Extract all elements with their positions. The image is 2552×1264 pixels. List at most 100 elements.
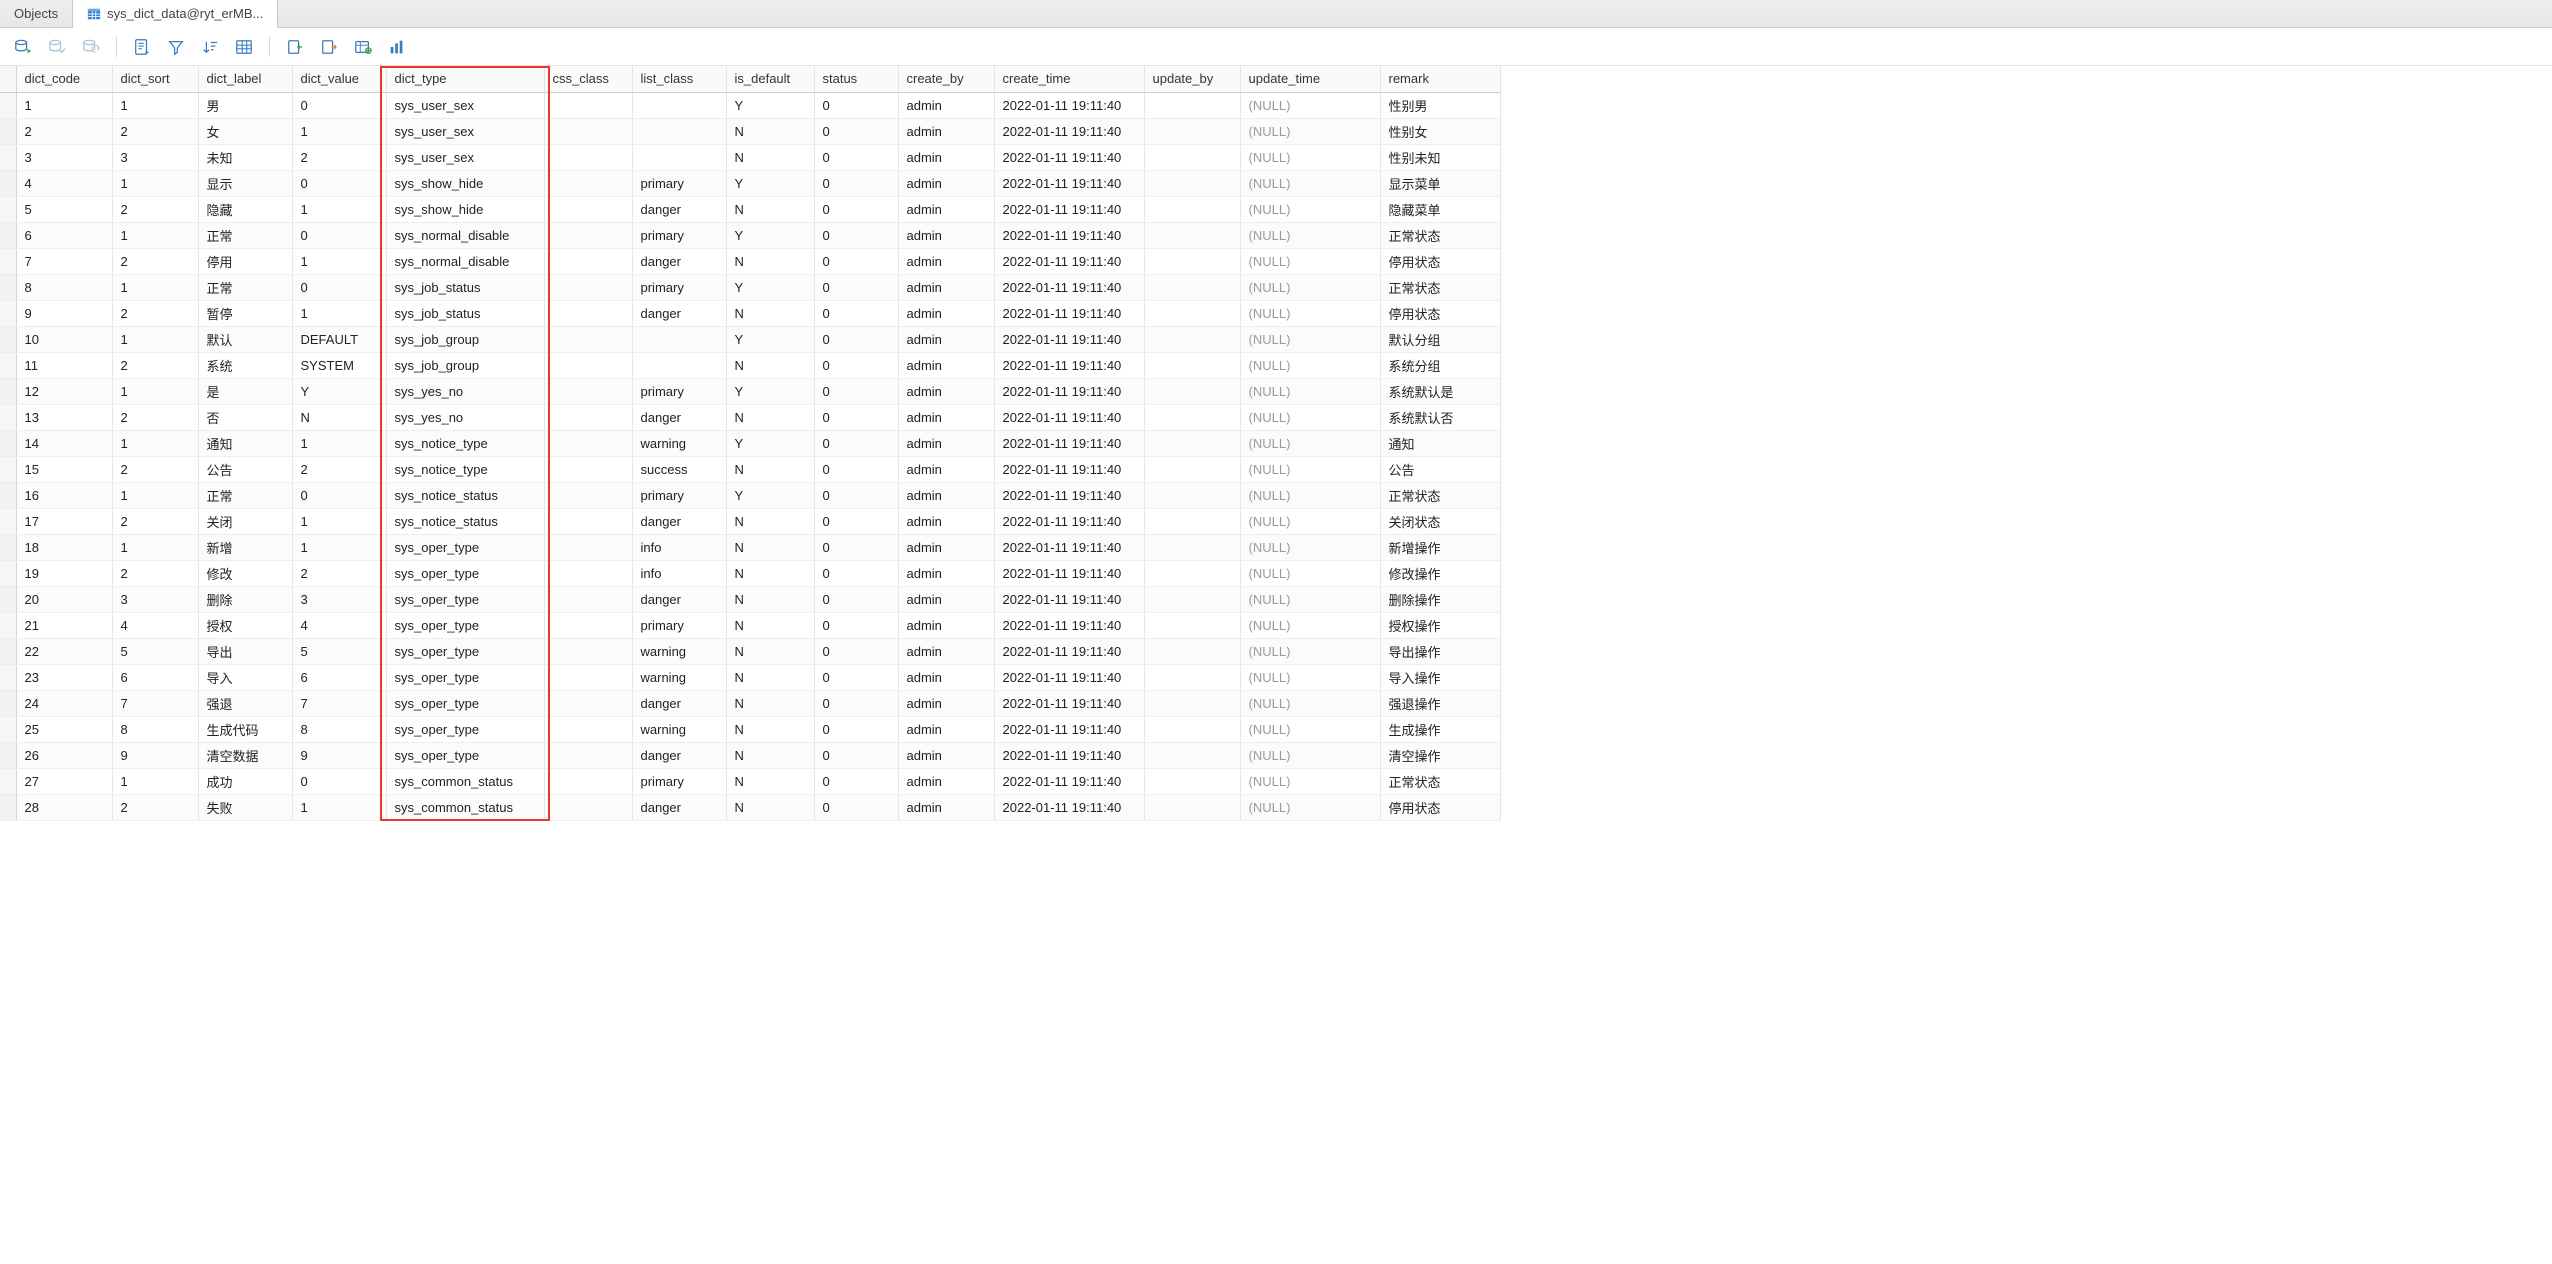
cell-is_default[interactable]: N bbox=[726, 794, 814, 820]
cell-create_time[interactable]: 2022-01-11 19:11:40 bbox=[994, 170, 1144, 196]
cell-dict_sort[interactable]: 1 bbox=[112, 378, 198, 404]
table-row[interactable]: 72停用1sys_normal_disabledangerN0admin2022… bbox=[0, 248, 1500, 274]
cell-update_time[interactable]: (NULL) bbox=[1240, 716, 1380, 742]
cell-update_by[interactable] bbox=[1144, 352, 1240, 378]
cell-is_default[interactable]: N bbox=[726, 716, 814, 742]
cell-create_time[interactable]: 2022-01-11 19:11:40 bbox=[994, 404, 1144, 430]
cell-update_time[interactable]: (NULL) bbox=[1240, 768, 1380, 794]
cell-update_time[interactable]: (NULL) bbox=[1240, 196, 1380, 222]
cell-remark[interactable]: 性别男 bbox=[1380, 92, 1500, 118]
cell-create_time[interactable]: 2022-01-11 19:11:40 bbox=[994, 378, 1144, 404]
cell-is_default[interactable]: Y bbox=[726, 430, 814, 456]
table-row[interactable]: 152公告2sys_notice_typesuccessN0admin2022-… bbox=[0, 456, 1500, 482]
cell-dict_sort[interactable]: 2 bbox=[112, 508, 198, 534]
cell-status[interactable]: 0 bbox=[814, 690, 898, 716]
cell-css_class[interactable] bbox=[544, 248, 632, 274]
cell-create_time[interactable]: 2022-01-11 19:11:40 bbox=[994, 716, 1144, 742]
cell-css_class[interactable] bbox=[544, 430, 632, 456]
cell-dict_sort[interactable]: 7 bbox=[112, 690, 198, 716]
cell-update_by[interactable] bbox=[1144, 742, 1240, 768]
cell-dict_type[interactable]: sys_job_group bbox=[386, 352, 544, 378]
cell-dict_label[interactable]: 通知 bbox=[198, 430, 292, 456]
cell-dict_type[interactable]: sys_notice_type bbox=[386, 456, 544, 482]
cell-dict_sort[interactable]: 1 bbox=[112, 534, 198, 560]
table-row[interactable]: 121是Ysys_yes_noprimaryY0admin2022-01-11 … bbox=[0, 378, 1500, 404]
cell-is_default[interactable]: N bbox=[726, 300, 814, 326]
cell-dict_type[interactable]: sys_notice_status bbox=[386, 482, 544, 508]
cell-create_time[interactable]: 2022-01-11 19:11:40 bbox=[994, 248, 1144, 274]
cell-status[interactable]: 0 bbox=[814, 248, 898, 274]
cell-remark[interactable]: 关闭状态 bbox=[1380, 508, 1500, 534]
cell-status[interactable]: 0 bbox=[814, 300, 898, 326]
cell-remark[interactable]: 清空操作 bbox=[1380, 742, 1500, 768]
cell-update_time[interactable]: (NULL) bbox=[1240, 248, 1380, 274]
cell-dict_label[interactable]: 隐藏 bbox=[198, 196, 292, 222]
cell-remark[interactable]: 正常状态 bbox=[1380, 222, 1500, 248]
cell-dict_label[interactable]: 系统 bbox=[198, 352, 292, 378]
cell-dict_sort[interactable]: 3 bbox=[112, 586, 198, 612]
table-row[interactable]: 92暂停1sys_job_statusdangerN0admin2022-01-… bbox=[0, 300, 1500, 326]
cell-css_class[interactable] bbox=[544, 794, 632, 820]
cell-list_class[interactable]: info bbox=[632, 534, 726, 560]
cell-update_time[interactable]: (NULL) bbox=[1240, 92, 1380, 118]
cell-create_time[interactable]: 2022-01-11 19:11:40 bbox=[994, 508, 1144, 534]
cell-list_class[interactable] bbox=[632, 352, 726, 378]
cell-dict_label[interactable]: 暂停 bbox=[198, 300, 292, 326]
cell-dict_label[interactable]: 新增 bbox=[198, 534, 292, 560]
cell-update_by[interactable] bbox=[1144, 170, 1240, 196]
cell-css_class[interactable] bbox=[544, 586, 632, 612]
cell-list_class[interactable]: danger bbox=[632, 300, 726, 326]
cell-dict_value[interactable]: 0 bbox=[292, 274, 386, 300]
column-header-css_class[interactable]: css_class bbox=[544, 66, 632, 92]
cell-dict_label[interactable]: 导出 bbox=[198, 638, 292, 664]
cell-create_time[interactable]: 2022-01-11 19:11:40 bbox=[994, 118, 1144, 144]
cell-css_class[interactable] bbox=[544, 742, 632, 768]
cell-css_class[interactable] bbox=[544, 170, 632, 196]
cell-dict_type[interactable]: sys_common_status bbox=[386, 768, 544, 794]
commit-button[interactable] bbox=[44, 34, 70, 60]
cell-css_class[interactable] bbox=[544, 222, 632, 248]
cell-update_by[interactable] bbox=[1144, 248, 1240, 274]
cell-dict_label[interactable]: 男 bbox=[198, 92, 292, 118]
cell-create_time[interactable]: 2022-01-11 19:11:40 bbox=[994, 430, 1144, 456]
begin-transaction-button[interactable] bbox=[10, 34, 36, 60]
cell-css_class[interactable] bbox=[544, 612, 632, 638]
cell-list_class[interactable]: warning bbox=[632, 664, 726, 690]
cell-update_by[interactable] bbox=[1144, 378, 1240, 404]
cell-update_by[interactable] bbox=[1144, 92, 1240, 118]
table-row[interactable]: 33未知2sys_user_sexN0admin2022-01-11 19:11… bbox=[0, 144, 1500, 170]
cell-is_default[interactable]: N bbox=[726, 404, 814, 430]
cell-list_class[interactable]: danger bbox=[632, 794, 726, 820]
cell-dict_code[interactable]: 6 bbox=[16, 222, 112, 248]
cell-create_by[interactable]: admin bbox=[898, 482, 994, 508]
cell-dict_value[interactable]: 1 bbox=[292, 534, 386, 560]
cell-list_class[interactable]: danger bbox=[632, 196, 726, 222]
cell-dict_code[interactable]: 28 bbox=[16, 794, 112, 820]
table-row[interactable]: 61正常0sys_normal_disableprimaryY0admin202… bbox=[0, 222, 1500, 248]
cell-is_default[interactable]: N bbox=[726, 118, 814, 144]
cell-remark[interactable]: 性别女 bbox=[1380, 118, 1500, 144]
cell-create_time[interactable]: 2022-01-11 19:11:40 bbox=[994, 300, 1144, 326]
cell-dict_code[interactable]: 15 bbox=[16, 456, 112, 482]
cell-dict_value[interactable]: N bbox=[292, 404, 386, 430]
cell-dict_value[interactable]: 9 bbox=[292, 742, 386, 768]
cell-dict_value[interactable]: 0 bbox=[292, 482, 386, 508]
column-header-update_by[interactable]: update_by bbox=[1144, 66, 1240, 92]
table-row[interactable]: 101默认DEFAULTsys_job_groupY0admin2022-01-… bbox=[0, 326, 1500, 352]
cell-update_time[interactable]: (NULL) bbox=[1240, 794, 1380, 820]
cell-dict_code[interactable]: 16 bbox=[16, 482, 112, 508]
column-header-create_time[interactable]: create_time bbox=[994, 66, 1144, 92]
cell-dict_sort[interactable]: 2 bbox=[112, 404, 198, 430]
cell-list_class[interactable]: danger bbox=[632, 508, 726, 534]
cell-is_default[interactable]: N bbox=[726, 248, 814, 274]
cell-create_by[interactable]: admin bbox=[898, 222, 994, 248]
table-row[interactable]: 282失败1sys_common_statusdangerN0admin2022… bbox=[0, 794, 1500, 820]
cell-dict_type[interactable]: sys_oper_type bbox=[386, 612, 544, 638]
cell-update_time[interactable]: (NULL) bbox=[1240, 378, 1380, 404]
cell-dict_sort[interactable]: 1 bbox=[112, 768, 198, 794]
cell-remark[interactable]: 修改操作 bbox=[1380, 560, 1500, 586]
cell-dict_value[interactable]: Y bbox=[292, 378, 386, 404]
cell-create_by[interactable]: admin bbox=[898, 638, 994, 664]
cell-dict_label[interactable]: 停用 bbox=[198, 248, 292, 274]
cell-is_default[interactable]: Y bbox=[726, 326, 814, 352]
